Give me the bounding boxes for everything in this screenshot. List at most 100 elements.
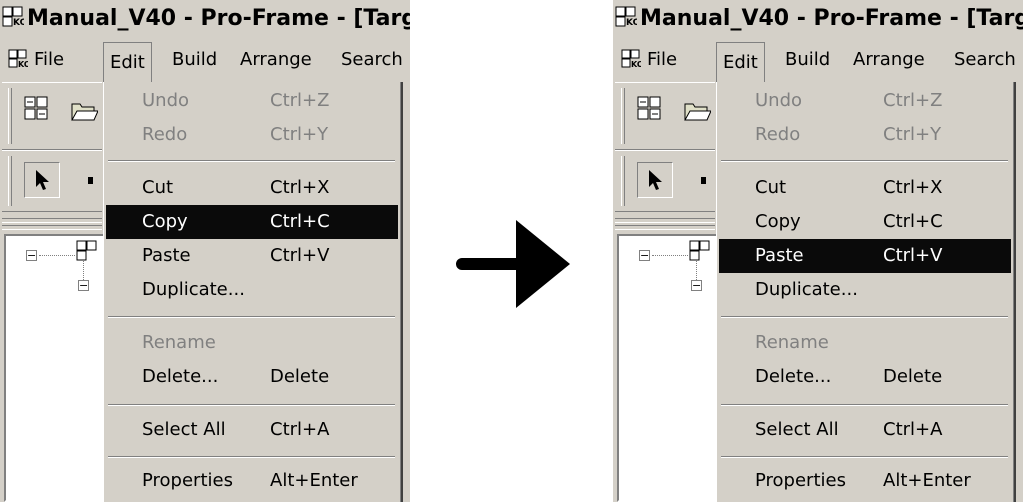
menu-separator	[108, 456, 395, 458]
menu-item-shortcut: Alt+Enter	[270, 470, 358, 491]
menu-item-shortcut: Alt+Enter	[883, 470, 971, 491]
toolbar-grip[interactable]	[8, 88, 12, 144]
menu-item-label: Copy	[142, 211, 188, 232]
project-icon[interactable]	[22, 94, 52, 124]
project-icon[interactable]	[76, 240, 100, 262]
menu-item-shortcut: Ctrl+A	[883, 419, 943, 440]
edit-menu-dropdown: Undo Ctrl+Z Redo Ctrl+Y Cut Ctrl+X Copy …	[103, 82, 403, 502]
app-logo-icon[interactable]: KO	[8, 49, 28, 69]
menu-arrange[interactable]: Arrange	[853, 38, 925, 82]
menu-bar: KO File Edit Build Arrange Search	[613, 38, 1023, 82]
svg-text:KO: KO	[13, 18, 24, 28]
menu-separator	[721, 160, 1008, 162]
panel-divider	[615, 218, 715, 223]
tree-collapse-icon[interactable]: −	[78, 280, 89, 291]
tree-collapse-icon[interactable]: −	[26, 250, 37, 261]
menu-item-duplicate[interactable]: Duplicate...	[719, 273, 1011, 307]
menu-build[interactable]: Build	[785, 38, 830, 82]
toolbar-grip[interactable]	[621, 88, 625, 144]
right-arrow-icon	[456, 220, 570, 308]
toolbar-grip[interactable]	[621, 156, 625, 206]
tree-collapse-icon[interactable]: −	[691, 280, 702, 291]
window-title: Manual_V40 - Pro-Frame - [Targ	[640, 6, 1023, 31]
menu-item-paste[interactable]: Paste Ctrl+V	[106, 239, 398, 273]
menu-separator	[108, 404, 395, 406]
menu-item-label: Paste	[142, 245, 191, 266]
menu-item-copy[interactable]: Copy Ctrl+C	[719, 205, 1011, 239]
menu-item-label: Delete...	[755, 366, 832, 387]
panel-divider	[2, 225, 102, 230]
after-screenshot: KO Manual_V40 - Pro-Frame - [Targ KO Fil…	[613, 0, 1023, 502]
app-logo-icon: KO	[2, 6, 24, 28]
menu-item-select-all[interactable]: Select All Ctrl+A	[106, 413, 398, 447]
select-arrow-icon	[36, 170, 49, 190]
tree-connector	[696, 260, 697, 280]
menu-file[interactable]: File	[647, 38, 677, 82]
svg-text:KO: KO	[631, 60, 641, 69]
menu-item-shortcut: Ctrl+Y	[883, 124, 942, 145]
menu-separator	[721, 456, 1008, 458]
menu-item-cut[interactable]: Cut Ctrl+X	[719, 171, 1011, 205]
menu-item-label: Copy	[755, 211, 801, 232]
menu-item-delete[interactable]: Delete... Delete	[719, 360, 1011, 394]
menu-item-select-all[interactable]: Select All Ctrl+A	[719, 413, 1011, 447]
menu-item-cut[interactable]: Cut Ctrl+X	[106, 171, 398, 205]
menu-file[interactable]: File	[34, 38, 64, 82]
menu-item-shortcut: Ctrl+X	[270, 177, 330, 198]
menu-item-label: Duplicate...	[755, 279, 858, 300]
menu-item-shortcut: Delete	[270, 366, 330, 387]
title-bar: KO Manual_V40 - Pro-Frame - [Targ	[613, 0, 1023, 38]
menu-item-delete[interactable]: Delete... Delete	[106, 360, 398, 394]
menu-item-label: Redo	[142, 124, 188, 145]
menu-search[interactable]: Search	[954, 38, 1016, 82]
tree-collapse-icon[interactable]: −	[639, 250, 650, 261]
menu-item-duplicate[interactable]: Duplicate...	[106, 273, 398, 307]
project-icon[interactable]	[689, 240, 713, 262]
title-bar: KO Manual_V40 - Pro-Frame - [Targ	[0, 0, 410, 38]
menu-item-label: Rename	[755, 332, 829, 353]
select-tool-button[interactable]	[24, 162, 60, 198]
window-title: Manual_V40 - Pro-Frame - [Targ	[27, 6, 410, 31]
menu-item-redo: Redo Ctrl+Y	[106, 118, 398, 152]
svg-text:KO: KO	[18, 60, 28, 69]
menu-item-shortcut: Ctrl+C	[883, 211, 943, 232]
menu-item-undo: Undo Ctrl+Z	[106, 84, 398, 118]
menu-item-label: Redo	[755, 124, 801, 145]
tree-connector	[83, 260, 84, 280]
menu-item-label: Duplicate...	[142, 279, 245, 300]
tree-connector	[652, 255, 688, 256]
menu-item-shortcut: Ctrl+V	[883, 245, 943, 266]
menu-item-properties[interactable]: Properties Alt+Enter	[719, 464, 1011, 498]
menu-item-shortcut: Ctrl+Z	[270, 90, 330, 111]
select-tool-button[interactable]	[637, 162, 673, 198]
before-screenshot: KO Manual_V40 - Pro-Frame - [Targ KO Fil…	[0, 0, 410, 502]
menu-item-label: Properties	[755, 470, 846, 491]
menu-separator	[108, 316, 395, 318]
menu-item-label: Cut	[755, 177, 787, 198]
menu-item-label: Select All	[142, 419, 226, 440]
menu-search[interactable]: Search	[341, 38, 403, 82]
project-tree: − −	[617, 234, 727, 502]
open-folder-icon[interactable]	[70, 98, 98, 122]
menu-item-rename: Rename	[106, 326, 398, 360]
menu-item-properties[interactable]: Properties Alt+Enter	[106, 464, 398, 498]
toolbar-grip[interactable]	[8, 156, 12, 206]
menu-item-paste[interactable]: Paste Ctrl+V	[719, 239, 1011, 273]
menu-edit[interactable]: Edit	[103, 42, 152, 82]
svg-text:KO: KO	[626, 18, 637, 28]
open-folder-icon[interactable]	[683, 98, 711, 122]
menu-item-copy[interactable]: Copy Ctrl+C	[106, 205, 398, 239]
project-icon[interactable]	[635, 94, 665, 124]
menu-item-shortcut: Ctrl+C	[270, 211, 330, 232]
menu-item-shortcut: Ctrl+V	[270, 245, 330, 266]
app-logo-icon: KO	[615, 6, 637, 28]
menu-separator	[721, 316, 1008, 318]
menu-arrange[interactable]: Arrange	[240, 38, 312, 82]
menu-edit[interactable]: Edit	[716, 42, 765, 82]
menu-item-shortcut: Ctrl+X	[883, 177, 943, 198]
edit-menu-dropdown: Undo Ctrl+Z Redo Ctrl+Y Cut Ctrl+X Copy …	[716, 82, 1016, 502]
app-logo-icon[interactable]: KO	[621, 49, 641, 69]
menu-build[interactable]: Build	[172, 38, 217, 82]
menu-item-label: Properties	[142, 470, 233, 491]
project-tree: − −	[4, 234, 114, 502]
